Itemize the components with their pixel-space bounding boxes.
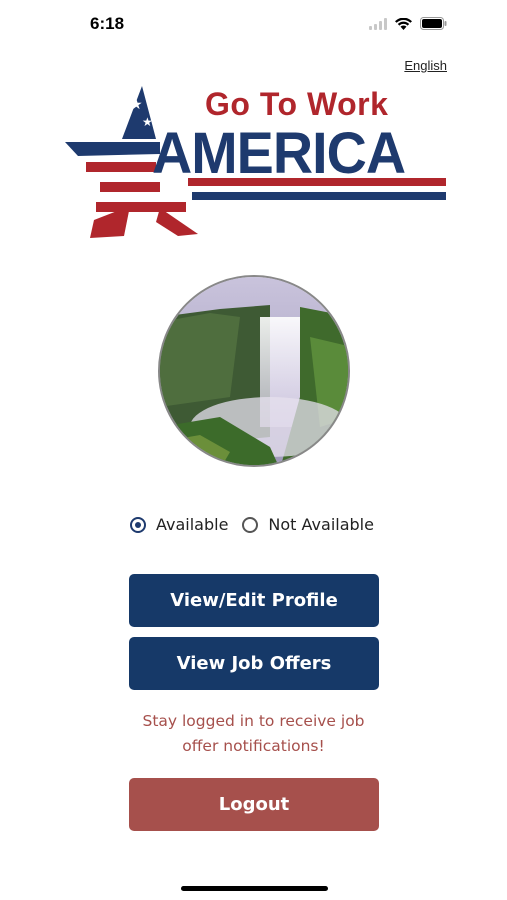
signal-icon [369,17,387,30]
available-radio[interactable] [130,516,146,533]
not-available-label[interactable]: Not Available [268,515,374,534]
profile-avatar[interactable] [158,275,350,467]
status-bar: 6:18 [0,0,507,50]
available-label[interactable]: Available [156,515,228,534]
view-edit-profile-button[interactable]: View/Edit Profile [129,574,379,627]
notification-notice: Stay logged in to receive job offer noti… [100,709,407,759]
svg-text:★: ★ [130,97,143,113]
logo-text-america: AMERICA [152,121,406,186]
go-to-work-america-logo: ★ ★ Go To Work AMERICA [60,84,452,242]
status-icons [369,17,447,30]
language-link[interactable]: English [404,58,447,73]
notice-line-2: offer notifications! [182,737,325,755]
notice-line-1: Stay logged in to receive job [142,712,365,730]
waterfall-photo [160,277,348,465]
status-time: 6:18 [90,14,125,33]
view-job-offers-button[interactable]: View Job Offers [129,637,379,690]
logout-button[interactable]: Logout [129,778,379,831]
availability-options: Available Not Available [130,515,374,534]
not-available-radio[interactable] [242,516,259,533]
battery-icon [420,17,447,30]
home-indicator[interactable] [181,886,328,891]
wifi-icon [395,17,412,30]
logo-text-go-to-work: Go To Work [205,86,389,122]
